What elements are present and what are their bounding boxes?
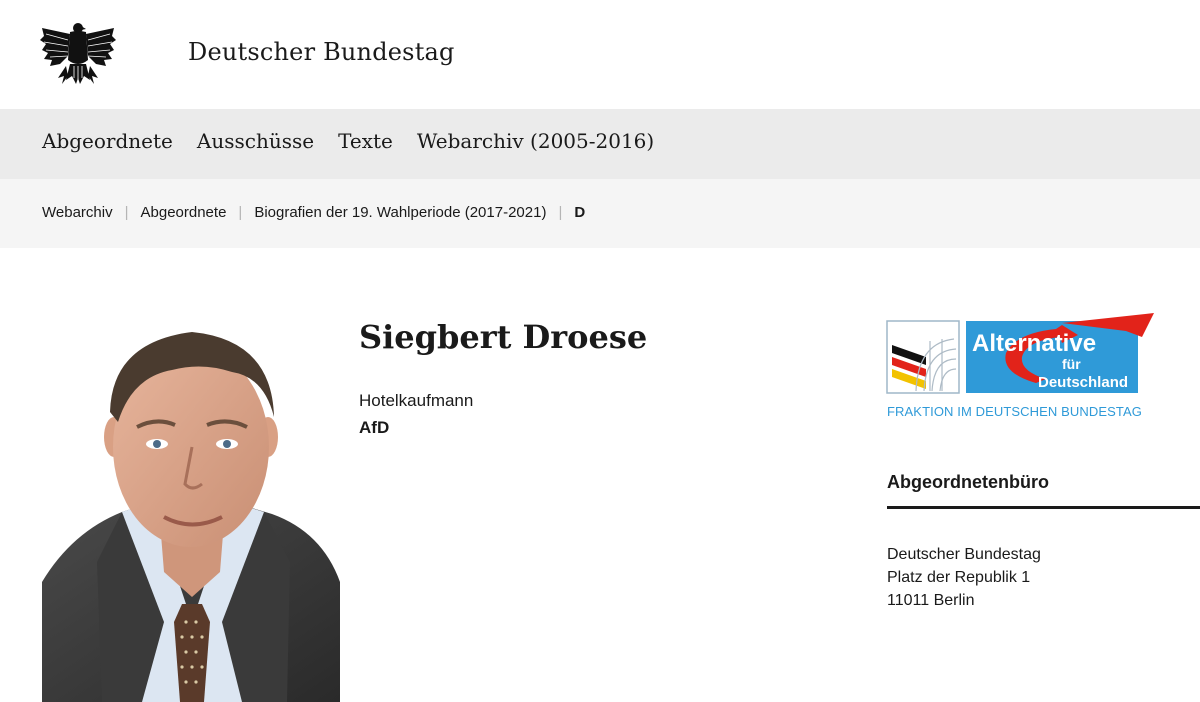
federal-eagle-icon[interactable] bbox=[40, 20, 116, 88]
member-name: Siegbert Droese bbox=[359, 318, 648, 356]
breadcrumb-item-current: D bbox=[574, 204, 585, 221]
main-navigation: Abgeordnete Ausschüsse Texte Webarchiv (… bbox=[0, 109, 1200, 179]
afd-logo-caption: FRAKTION IM DEUTSCHEN BUNDESTAG bbox=[887, 404, 1142, 419]
afd-logo-text-fuer: für bbox=[1062, 356, 1081, 372]
breadcrumb-item-biografien: Biografien der 19. Wahlperiode (2017-202… bbox=[254, 204, 574, 221]
address-line-2: Platz der Republik 1 bbox=[887, 569, 1031, 586]
office-heading: Abgeordnetenbüro bbox=[887, 472, 1049, 492]
afd-logo-text-main: Alternative bbox=[972, 330, 1096, 357]
breadcrumb-link-webarchiv[interactable]: Webarchiv bbox=[42, 204, 113, 221]
breadcrumb-separator: | bbox=[558, 204, 563, 221]
breadcrumb-item-abgeordnete: Abgeordnete | bbox=[141, 204, 255, 221]
site-title[interactable]: Deutscher Bundestag bbox=[188, 38, 455, 66]
office-address: Deutscher Bundestag Platz der Republik 1… bbox=[887, 543, 1041, 612]
breadcrumb-item-webarchiv: Webarchiv | bbox=[42, 204, 141, 221]
nav-item-webarchiv[interactable]: Webarchiv (2005-2016) bbox=[417, 129, 654, 153]
member-party: AfD bbox=[359, 418, 390, 437]
member-portrait bbox=[42, 322, 340, 702]
nav-item-ausschuesse[interactable]: Ausschüsse bbox=[197, 129, 314, 153]
site-header: Deutscher Bundestag bbox=[0, 0, 1200, 109]
breadcrumb-link-abgeordnete[interactable]: Abgeordnete bbox=[141, 204, 227, 221]
breadcrumb-link-biografien[interactable]: Biografien der 19. Wahlperiode (2017-202… bbox=[254, 204, 546, 221]
breadcrumb: Webarchiv | Abgeordnete | Biografien der… bbox=[0, 179, 1200, 248]
address-line-1: Deutscher Bundestag bbox=[887, 546, 1041, 563]
afd-logo-text-land: Deutschland bbox=[1038, 374, 1128, 391]
breadcrumb-current: D bbox=[574, 204, 586, 221]
breadcrumb-separator: | bbox=[124, 204, 129, 221]
office-divider bbox=[887, 506, 1200, 509]
address-line-3: 11011 Berlin bbox=[887, 592, 975, 609]
breadcrumb-separator: | bbox=[238, 204, 243, 221]
member-profession: Hotelkaufmann bbox=[359, 391, 474, 410]
nav-item-texte[interactable]: Texte bbox=[338, 129, 393, 153]
nav-item-abgeordnete[interactable]: Abgeordnete bbox=[42, 129, 173, 153]
